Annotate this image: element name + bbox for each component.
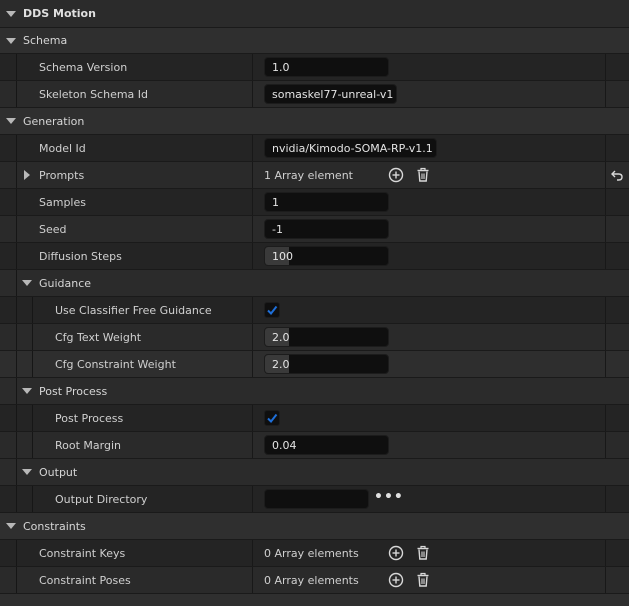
collapse-arrow-icon[interactable] [6,523,16,529]
slider-value: 100 [272,249,293,263]
category-label: Post Process [39,384,108,398]
property-label: Output Directory [55,492,148,506]
category-guidance[interactable]: Guidance [0,270,629,296]
seed-field[interactable]: -1 [264,219,389,239]
property-row-cfg-text-weight: Cfg Text Weight 2.0 [0,324,629,350]
skeleton-schema-id-field[interactable]: somaskel77-unreal-v1 [264,84,397,104]
property-label: Seed [39,222,67,236]
property-label: Diffusion Steps [39,249,122,263]
collapse-arrow-icon[interactable] [22,388,32,394]
property-row-diffusion-steps: Diffusion Steps 100 [0,243,629,269]
property-row-schema-version: Schema Version 1.0 [0,54,629,80]
diffusion-steps-slider[interactable]: 100 [264,246,389,266]
property-label: Skeleton Schema Id [39,87,149,101]
checkmark-icon [267,305,278,316]
schema-version-field[interactable]: 1.0 [264,57,389,77]
collapse-arrow-icon[interactable] [22,469,32,475]
add-element-icon[interactable] [388,545,404,561]
collapse-arrow-icon[interactable] [6,118,16,124]
delete-elements-icon[interactable] [415,572,431,588]
category-post-process[interactable]: Post Process [0,378,629,404]
property-label: Model Id [39,141,86,155]
collapse-arrow-icon[interactable] [6,38,16,44]
collapse-arrow-icon[interactable] [6,11,16,17]
reset-to-default-icon[interactable] [610,168,624,182]
property-label: Use Classifier Free Guidance [55,303,212,317]
slider-value: 2.0 [272,330,290,344]
property-row-prompts: Prompts 1 Array element [0,162,629,188]
constraint-poses-count: 0 Array elements [264,573,359,587]
category-schema[interactable]: Schema [0,28,629,53]
property-label: Prompts [39,168,85,182]
checkmark-icon [267,413,278,424]
property-label: Root Margin [55,438,121,452]
property-row-use-cfg: Use Classifier Free Guidance [0,297,629,323]
property-label: Post Process [55,411,124,425]
cfg-text-weight-slider[interactable]: 2.0 [264,327,389,347]
property-label: Cfg Constraint Weight [55,357,176,371]
property-row-post-process: Post Process [0,405,629,431]
delete-elements-icon[interactable] [415,167,431,183]
category-label: Schema [23,34,68,47]
property-label: Cfg Text Weight [55,330,142,344]
slider-value: 2.0 [272,357,290,371]
category-constraints[interactable]: Constraints [0,513,629,539]
category-label: Guidance [39,276,92,290]
property-row-cfg-constraint-weight: Cfg Constraint Weight 2.0 [0,351,629,377]
category-label: Output [39,465,78,479]
category-generation[interactable]: Generation [0,108,629,134]
section-header-dds-motion[interactable]: DDS Motion [0,0,629,27]
constraint-keys-count: 0 Array elements [264,546,359,560]
category-label: Constraints [23,519,86,533]
property-label: Schema Version [39,60,128,74]
property-label: Constraint Poses [39,573,131,587]
add-element-icon[interactable] [388,572,404,588]
delete-elements-icon[interactable] [415,545,431,561]
use-cfg-checkbox[interactable] [264,302,280,318]
category-output[interactable]: Output [0,459,629,485]
collapse-arrow-icon[interactable] [22,280,32,286]
root-margin-field[interactable]: 0.04 [264,435,389,455]
property-row-constraint-poses: Constraint Poses 0 Array elements [0,567,629,593]
post-process-checkbox[interactable] [264,410,280,426]
property-row-output-directory: Output Directory ••• [0,486,629,512]
category-next-partial[interactable] [0,594,629,606]
prompts-count: 1 Array element [264,168,353,182]
property-label: Samples [39,195,86,209]
add-element-icon[interactable] [388,167,404,183]
browse-dots-icon[interactable]: ••• [374,489,404,505]
category-label: Generation [23,114,85,128]
property-row-seed: Seed -1 [0,216,629,242]
property-row-constraint-keys: Constraint Keys 0 Array elements [0,540,629,566]
section-title: DDS Motion [23,7,96,20]
output-directory-field[interactable] [264,489,369,509]
property-row-samples: Samples 1 [0,189,629,215]
model-id-field[interactable]: nvidia/Kimodo-SOMA-RP-v1.1 [264,138,437,158]
property-label: Constraint Keys [39,546,126,560]
property-row-root-margin: Root Margin 0.04 [0,432,629,458]
property-row-model-id: Model Id nvidia/Kimodo-SOMA-RP-v1.1 [0,135,629,161]
samples-field[interactable]: 1 [264,192,389,212]
expand-arrow-icon[interactable] [24,170,30,180]
cfg-constraint-weight-slider[interactable]: 2.0 [264,354,389,374]
property-row-skeleton-schema-id: Skeleton Schema Id somaskel77-unreal-v1 [0,81,629,107]
